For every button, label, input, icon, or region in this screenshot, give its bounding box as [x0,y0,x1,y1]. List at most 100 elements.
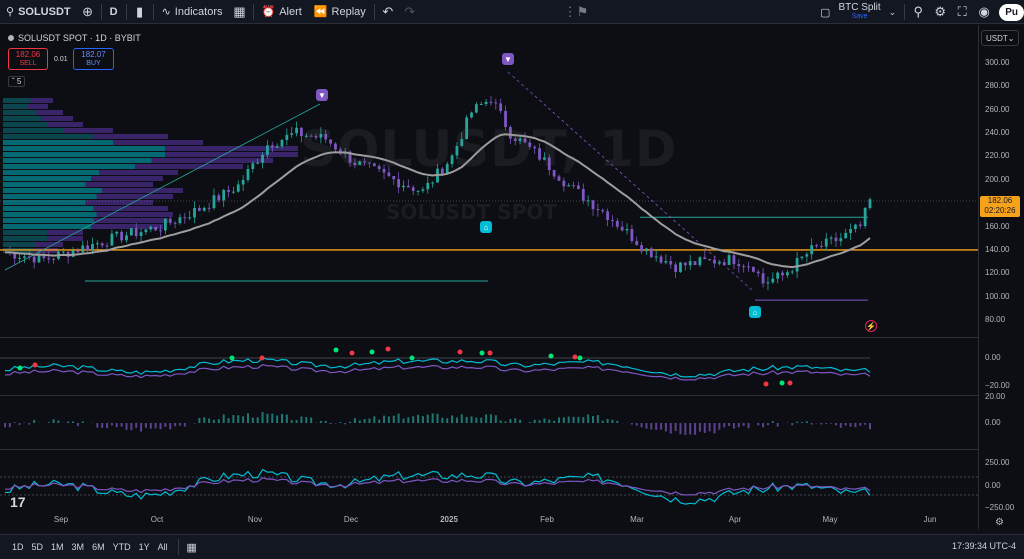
candle-body [125,235,128,241]
sell-signal-marker[interactable]: ▼ [316,89,328,101]
top-toolbar: ⚲ SOLUSDT ⊕ D ▮ ∿ Indicators ▦ ⏰ Alert ⏪… [0,0,1024,24]
range-button-1m[interactable]: 1M [47,542,68,552]
candle-body [800,256,804,259]
alarm-clock-icon: ⏰ [261,6,276,18]
volume-profile-bar [96,194,173,199]
candle-body [659,256,663,263]
calendar-icon[interactable]: ▦ [181,535,203,559]
candle-body [47,258,51,260]
divider [152,3,154,20]
undo-icon[interactable]: ↶ [377,0,399,24]
layout-menu[interactable]: ▢ BTC Split Save ⌄ [814,0,902,24]
sell-button[interactable]: 182.06 SELL [8,48,48,70]
range-button-ytd[interactable]: YTD [109,542,135,552]
candle-type-icon[interactable]: ▮ [129,0,151,24]
candle-body [567,185,571,187]
buy-signal-marker[interactable]: ⌂ [749,306,761,318]
candle-body [129,228,133,236]
alert-button[interactable]: ⏰ Alert [256,0,308,24]
price-axis[interactable]: 300.00280.00260.00240.00220.00200.00180.… [978,25,1024,529]
sell-signal-marker[interactable]: ▼ [502,53,514,65]
range-button-1d[interactable]: 1D [8,542,28,552]
candle-body [270,145,274,148]
buy-signal-marker[interactable]: ⌂ [480,221,492,233]
pane-divider[interactable] [0,449,978,450]
currency-selector[interactable]: USDT ⌄ [981,30,1019,46]
interval-button[interactable]: D [104,0,124,24]
candle-body [849,229,852,233]
volume-profile-bar [3,98,31,103]
replay-button[interactable]: ⏪ Replay [308,0,372,24]
price-tick-label: 100.00 [985,291,1010,301]
candle-body [839,238,843,242]
axis-settings-icon[interactable]: ⚙ [995,517,1004,528]
range-button-1y[interactable]: 1Y [135,542,154,552]
volume-profile-bar [3,212,97,217]
candle-body [18,257,21,259]
chart-canvas[interactable] [0,25,978,529]
lightning-event-icon[interactable]: ⚡ [865,320,877,332]
time-axis[interactable]: Sep Oct Nov Dec 2025 Feb Mar Apr May Jun [0,512,978,529]
candle-body [231,191,235,193]
publish-button[interactable]: Pu [999,3,1024,21]
volume-profile-bar [93,218,168,223]
candle-body [295,127,298,134]
compare-add-icon[interactable]: ⊕ [77,0,99,24]
wavetrend-cross-dot [229,355,235,361]
volume-profile-bar [41,116,73,121]
candle-body [266,145,269,155]
indicators-toggle[interactable]: ˆ 5 [8,76,26,87]
chevron-down-icon: ⌄ [1007,33,1015,43]
candle-body [202,207,206,211]
candle-body [120,231,124,241]
candle-body [771,278,775,283]
pane-divider[interactable] [0,395,978,396]
gear-icon[interactable]: ⚙ [929,0,951,24]
buy-label: BUY [86,60,101,67]
candle-body [596,209,600,211]
candle-body [732,255,736,265]
candle-body [834,237,838,242]
drawing-tools-icon[interactable]: ⋮⚑ [564,0,589,24]
candle-body [858,224,862,227]
volume-profile-bar [3,188,102,193]
wavetrend-cross-dot [779,380,785,386]
redo-icon[interactable]: ↷ [399,0,421,24]
candle-body [178,217,182,224]
wavetrend-cross-dot [409,355,415,361]
layouts-grid-icon[interactable]: ▦ [229,0,251,24]
tradingview-logo[interactable]: 17 [10,494,26,510]
replay-label: Replay [331,5,366,18]
layout-name: BTC Split [838,2,881,13]
buy-button[interactable]: 182.07 BUY [73,48,114,70]
divider [904,4,906,20]
candle-body [105,245,109,247]
range-button-5d[interactable]: 5D [28,542,48,552]
chevron-up-icon: ˆ [12,77,15,86]
candle-body [625,228,629,231]
candle-body [61,251,65,253]
range-button-3m[interactable]: 3M [68,542,89,552]
candle-body [683,262,687,266]
camera-icon[interactable]: ◉ [973,0,995,24]
indicators-icon: ∿ [161,6,171,18]
quick-search-icon[interactable]: ⚲ [907,0,929,24]
volume-profile-bar [3,146,166,151]
symbol-search[interactable]: ⚲ SOLUSDT [0,0,77,24]
candle-body [290,133,294,135]
volume-profile-bar [3,104,28,109]
pane-divider[interactable] [0,337,978,338]
range-button-all[interactable]: All [154,542,172,552]
candle-body [183,217,187,219]
wavetrend-cross-dot [572,354,578,360]
candle-body [795,258,799,272]
timezone-clock[interactable]: 17:39:34 UTC-4 [952,541,1016,551]
fullscreen-icon[interactable]: ⛶ [951,0,973,24]
range-button-6m[interactable]: 6M [88,542,109,552]
candle-body [693,261,697,266]
indicators-button[interactable]: ∿ Indicators [156,0,229,24]
symbol-watermark-sub: SOLUSDT SPOT [386,200,557,224]
volume-profile-bar [3,152,166,157]
candle-body [212,195,216,209]
sell-price: 182.06 [15,50,41,59]
